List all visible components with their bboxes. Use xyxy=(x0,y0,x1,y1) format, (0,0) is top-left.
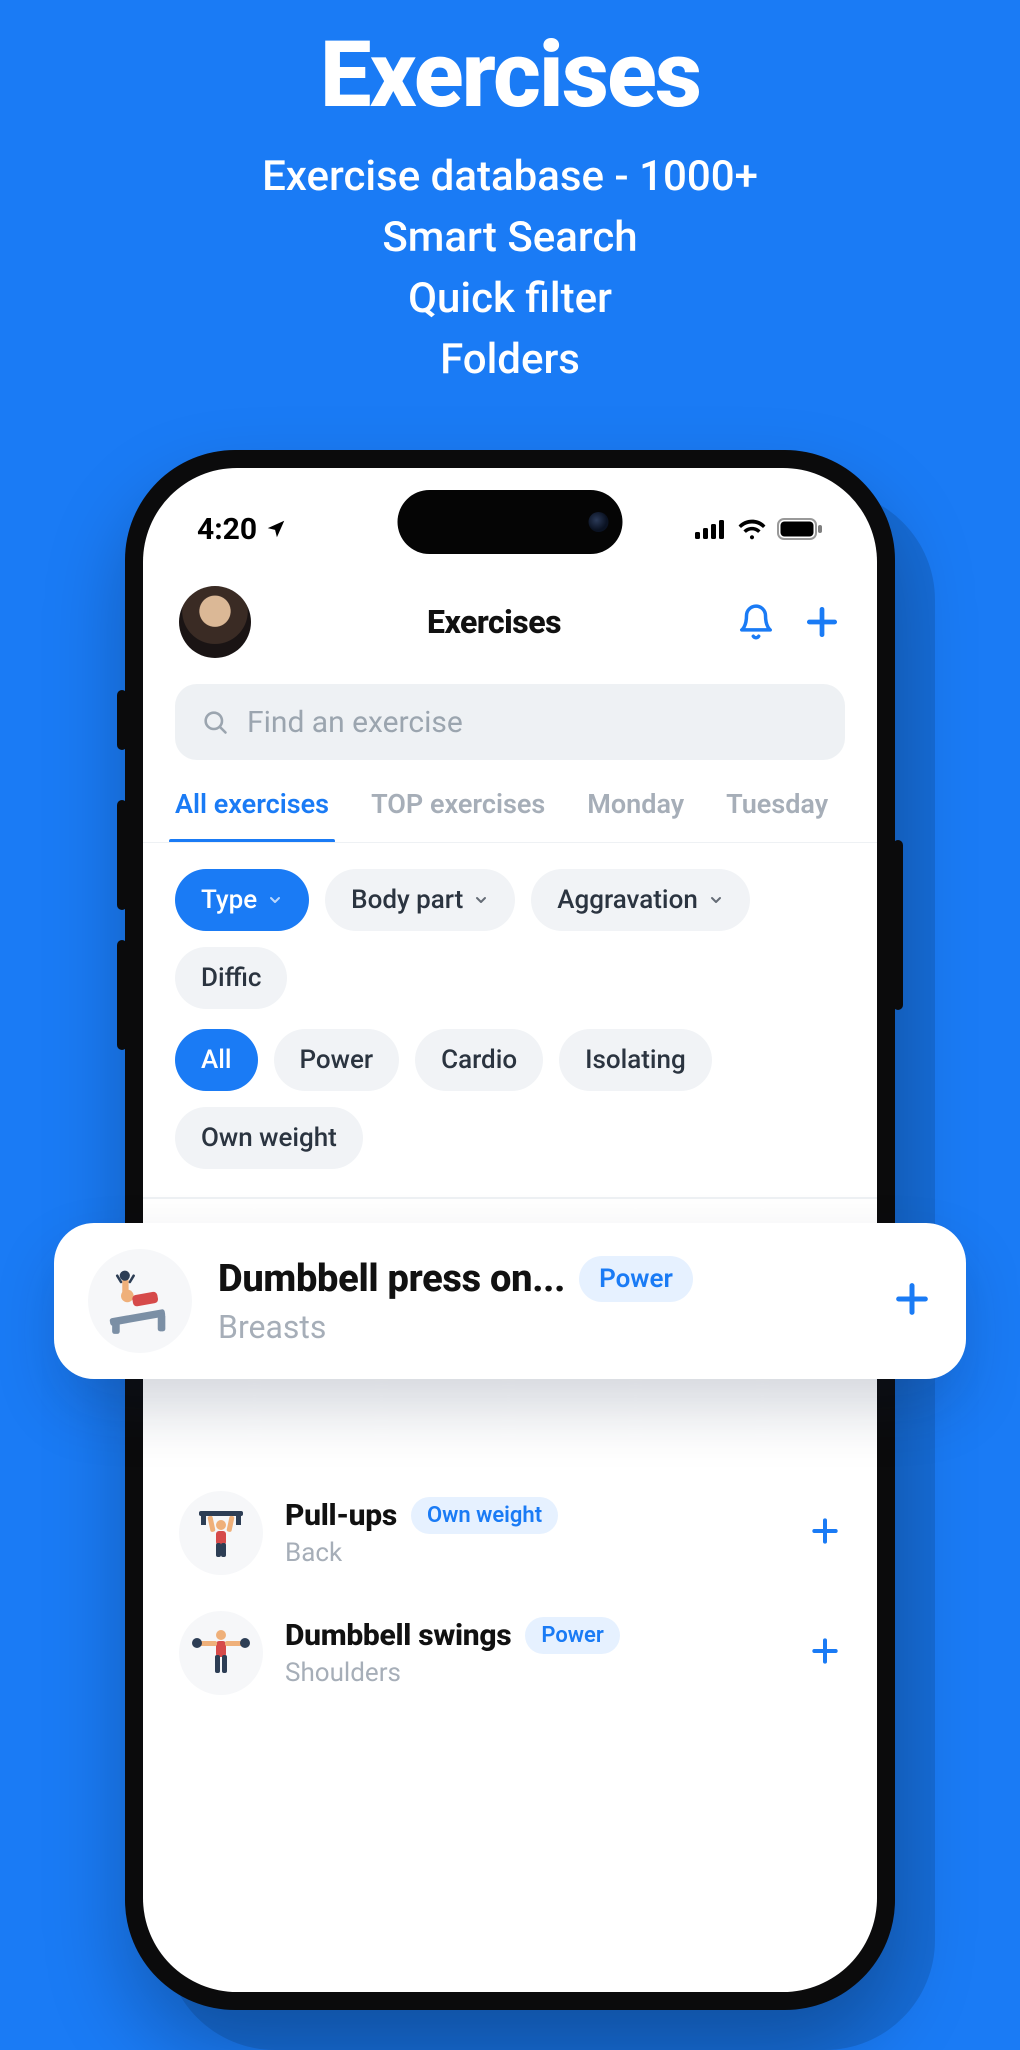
type-chip-isolating[interactable]: Isolating xyxy=(559,1029,712,1091)
page-title: Exercises xyxy=(271,603,717,641)
add-exercise-button[interactable] xyxy=(809,1515,841,1551)
tab-all-exercises[interactable]: All exercises xyxy=(175,788,329,842)
add-icon[interactable] xyxy=(803,603,841,641)
exercise-thumbnail xyxy=(88,1249,192,1353)
tab-top-exercises[interactable]: TOP exercises xyxy=(371,788,545,842)
filter-chip-body-part[interactable]: Body part xyxy=(325,869,515,931)
app-header: Exercises xyxy=(143,560,877,676)
promo-lines: Exercise database - 1000+ Smart Search Q… xyxy=(0,147,1020,391)
promo-line: Folders xyxy=(0,330,1020,391)
cellular-icon xyxy=(695,519,727,539)
pullup-icon xyxy=(191,1503,251,1563)
wifi-icon xyxy=(737,518,767,540)
chip-label: Aggravation xyxy=(557,885,698,915)
swing-icon xyxy=(191,1623,251,1683)
status-time: 4:20 xyxy=(197,512,257,547)
exercise-info: Dumbbell swings Power Shoulders xyxy=(285,1617,787,1688)
bench-press-icon xyxy=(102,1263,178,1339)
add-exercise-button[interactable] xyxy=(809,1635,841,1671)
bell-icon[interactable] xyxy=(737,603,775,641)
type-chip-cardio[interactable]: Cardio xyxy=(415,1029,543,1091)
exercise-subtitle: Breasts xyxy=(218,1308,866,1346)
tabs: All exercises TOP exercises Monday Tuesd… xyxy=(143,760,877,843)
filter-chip-difficulty[interactable]: Diffic xyxy=(175,947,287,1009)
avatar[interactable] xyxy=(179,586,251,658)
exercise-title: Pull-ups xyxy=(285,1498,397,1533)
chevron-down-icon xyxy=(473,892,489,908)
battery-icon xyxy=(777,518,823,540)
type-chip-power[interactable]: Power xyxy=(274,1029,400,1091)
add-exercise-button[interactable] xyxy=(892,1279,932,1323)
type-chips: All Power Cardio Isolating Own weight xyxy=(143,1029,877,1189)
chevron-down-icon xyxy=(267,892,283,908)
exercise-thumbnail xyxy=(179,1611,263,1695)
exercise-thumbnail xyxy=(179,1491,263,1575)
search-icon xyxy=(201,708,229,736)
chip-label: Type xyxy=(201,885,257,915)
tab-tuesday[interactable]: Tuesday xyxy=(726,788,828,842)
search-input[interactable]: Find an exercise xyxy=(175,684,845,760)
exercise-subtitle: Back xyxy=(285,1538,787,1568)
exercise-info: Pull-ups Own weight Back xyxy=(285,1497,787,1568)
exercise-title: Dumbbell swings xyxy=(285,1618,511,1653)
exercise-title: Dumbbell press on... xyxy=(218,1257,565,1301)
chip-label: Diffic xyxy=(201,963,261,993)
filter-chips: Type Body part Aggravation Diffic xyxy=(143,843,877,1029)
location-icon xyxy=(265,518,287,540)
exercise-row[interactable]: Pull-ups Own weight Back xyxy=(143,1473,877,1593)
promo-line: Smart Search xyxy=(0,208,1020,269)
chevron-down-icon xyxy=(708,892,724,908)
exercise-subtitle: Shoulders xyxy=(285,1658,787,1688)
exercise-row[interactable]: Dumbbell swings Power Shoulders xyxy=(143,1593,877,1713)
exercise-info: Dumbbell press on... Power Breasts xyxy=(218,1256,866,1346)
filter-chip-aggravation[interactable]: Aggravation xyxy=(531,869,750,931)
type-chip-own-weight[interactable]: Own weight xyxy=(175,1107,363,1169)
exercise-badge: Power xyxy=(579,1256,693,1302)
promo-line: Exercise database - 1000+ xyxy=(0,147,1020,208)
dynamic-island xyxy=(398,490,623,554)
filter-chip-type[interactable]: Type xyxy=(175,869,309,931)
exercise-badge: Own weight xyxy=(411,1497,558,1534)
exercise-row-highlighted[interactable]: Dumbbell press on... Power Breasts xyxy=(54,1223,966,1379)
search-placeholder: Find an exercise xyxy=(247,705,463,740)
chip-label: Body part xyxy=(351,885,463,915)
tab-monday[interactable]: Monday xyxy=(587,788,684,842)
exercise-badge: Power xyxy=(525,1617,619,1654)
type-chip-all[interactable]: All xyxy=(175,1029,258,1091)
promo-line: Quick filter xyxy=(0,269,1020,330)
promo-title: Exercises xyxy=(0,0,1020,129)
